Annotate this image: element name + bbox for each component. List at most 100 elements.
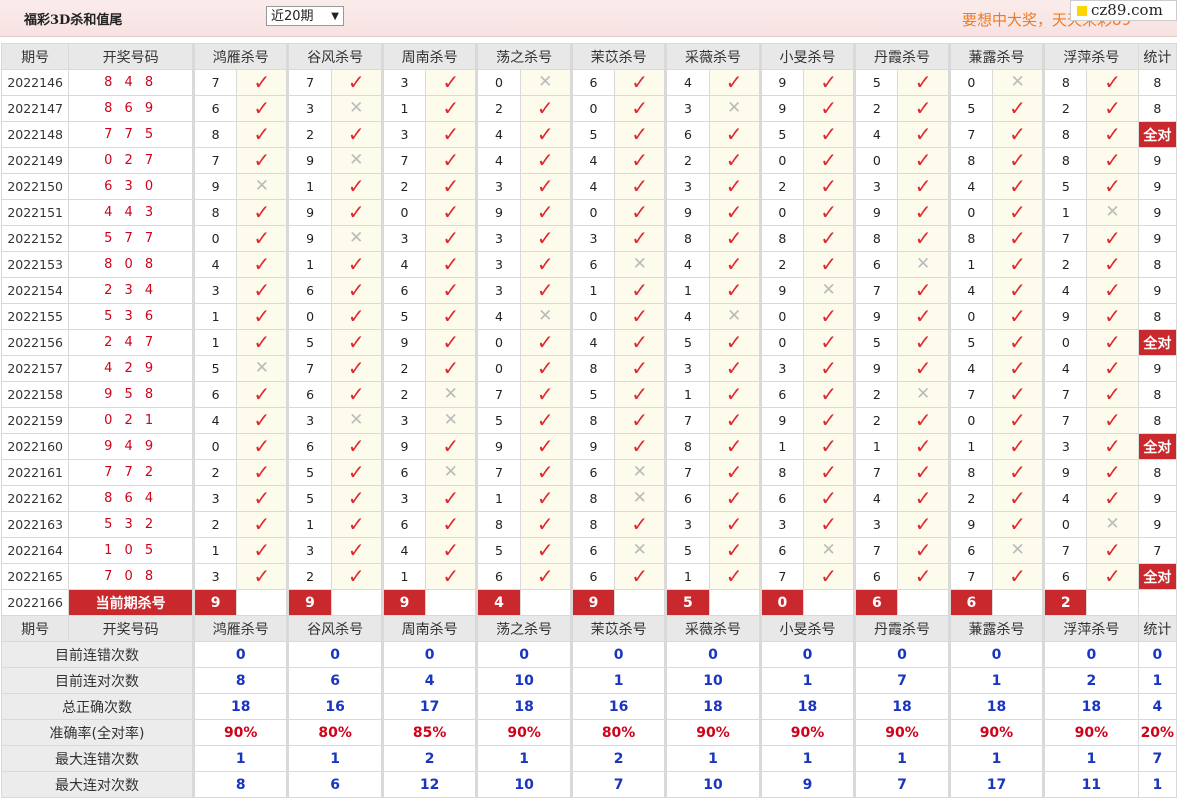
stat-cell: 8: [1137, 303, 1177, 330]
check-icon: ✓: [631, 330, 649, 354]
result-mark-cell: ✕: [991, 537, 1045, 564]
table-row: 2022162 8 6 4 3 ✓ 5 ✓ 3 ✓ 1 ✓ 8 ✕ 6 ✓ 6 ✓ 4 ✓ 2 ✓ 4 ✓ 9: [0, 485, 1177, 512]
result-mark-cell: ✓: [614, 563, 667, 590]
draw-numbers-cell: 8 6 9: [68, 95, 194, 122]
kill-number-cell: 4: [1042, 355, 1088, 382]
kill-number-cell: 2: [853, 95, 899, 122]
check-icon: ✓: [1104, 70, 1121, 94]
result-mark-cell: ✓: [330, 511, 383, 538]
check-icon: ✓: [820, 200, 837, 224]
kill-number-cell: 7: [947, 381, 993, 408]
kill-number-cell: 0: [758, 199, 805, 226]
check-icon: ✓: [914, 408, 932, 432]
kill-number-cell: 6: [380, 459, 427, 486]
result-mark-cell: ✓: [330, 277, 383, 304]
bottom-col-expert: 小旻杀号: [758, 615, 856, 642]
cross-icon: ✕: [915, 254, 931, 274]
summary-value: 18: [664, 693, 761, 720]
check-icon: ✓: [1104, 382, 1121, 406]
period-cell: 2022158: [0, 381, 70, 408]
check-icon: ✓: [914, 564, 932, 588]
check-icon: ✓: [631, 70, 649, 94]
check-icon: ✓: [914, 304, 932, 328]
result-mark-cell: ✓: [425, 433, 478, 460]
kill-number-cell: 6: [569, 459, 616, 486]
period-cell: 2022165: [0, 563, 70, 590]
kill-number-cell: 6: [758, 537, 805, 564]
range-select[interactable]: 近20期 ▼: [266, 6, 344, 26]
check-icon: ✓: [1104, 330, 1121, 354]
check-icon: ✓: [820, 304, 837, 328]
site-logo[interactable]: cz89.com: [1070, 0, 1177, 21]
kill-number-cell: 2: [1042, 251, 1088, 278]
check-icon: ✓: [1009, 96, 1026, 120]
cross-icon: ✕: [538, 72, 553, 92]
kill-number-cell: 5: [947, 329, 993, 356]
stat-cell: 全对: [1137, 329, 1177, 356]
check-icon: ✓: [1009, 356, 1026, 380]
kill-number-cell: 9: [664, 199, 710, 226]
result-mark-cell: ✓: [519, 459, 572, 486]
summary-value: 0: [947, 641, 1045, 668]
current-stat-blank: [1137, 589, 1177, 616]
stat-cell: 9: [1137, 511, 1177, 538]
check-icon: ✓: [347, 356, 365, 380]
result-mark-cell: ✓: [991, 485, 1045, 512]
stat-cell: 9: [1137, 173, 1177, 200]
kill-number-cell: 7: [853, 459, 899, 486]
result-mark-cell: ✓: [425, 563, 478, 590]
period-cell: 2022156: [0, 329, 70, 356]
summary-value: 80%: [569, 719, 667, 746]
kill-number-cell: 3: [664, 95, 710, 122]
result-mark-cell: ✓: [708, 485, 761, 512]
kill-number-cell: 3: [475, 225, 521, 252]
kill-number-cell: 3: [380, 69, 427, 96]
result-mark-cell: ✓: [236, 303, 289, 330]
chevron-down-icon: ▼: [331, 11, 339, 22]
result-mark-cell: ✓: [519, 251, 572, 278]
kill-number-cell: 0: [569, 199, 616, 226]
current-kill-value: 9: [380, 589, 427, 616]
check-icon: ✓: [1009, 252, 1026, 276]
cross-icon: ✕: [349, 150, 364, 170]
table-row: 2022150 6 3 0 9 ✕ 1 ✓ 2 ✓ 3 ✓ 4 ✓ 3 ✓ 2 ✓ 3 ✓ 4 ✓ 5 ✓ 9: [0, 173, 1177, 200]
check-icon: ✓: [536, 330, 554, 354]
summary-value: 10: [475, 667, 572, 694]
check-icon: ✓: [725, 200, 743, 224]
summary-value: 7: [853, 667, 950, 694]
result-mark-cell: ✓: [1086, 69, 1139, 96]
top-col-expert: 采薇杀号: [664, 43, 761, 70]
kill-number-cell: 2: [191, 511, 238, 538]
summary-value: 1: [853, 745, 950, 772]
cross-icon: ✕: [1010, 72, 1025, 92]
result-mark-cell: ✓: [802, 69, 856, 96]
result-mark-cell: ✓: [1086, 303, 1139, 330]
result-mark-cell: ✓: [802, 251, 856, 278]
result-mark-cell: ✓: [236, 511, 289, 538]
kill-number-cell: 9: [191, 173, 238, 200]
result-mark-cell: ✓: [614, 381, 667, 408]
summary-value: 90%: [475, 719, 572, 746]
bottom-col-numbers: 开奖号码: [68, 615, 194, 642]
kill-number-cell: 7: [664, 407, 710, 434]
kill-number-cell: 8: [191, 199, 238, 226]
result-mark-cell: ✓: [1086, 251, 1139, 278]
summary-value: 1: [569, 667, 667, 694]
result-mark-cell: ✓: [425, 277, 478, 304]
result-mark-cell: ✓: [991, 433, 1045, 460]
check-icon: ✓: [631, 382, 649, 406]
result-mark-cell: ✓: [802, 563, 856, 590]
kill-number-cell: 7: [1042, 381, 1088, 408]
summary-value: 0: [1042, 641, 1139, 668]
summary-value: 2: [1042, 667, 1139, 694]
kill-number-cell: 1: [758, 433, 805, 460]
check-icon: ✓: [820, 486, 837, 510]
check-icon: ✓: [442, 538, 460, 562]
result-mark-cell: ✓: [519, 121, 572, 148]
check-icon: ✓: [1104, 434, 1121, 458]
bottom-col-expert: 谷风杀号: [286, 615, 383, 642]
range-select-value: 近20期: [271, 9, 314, 24]
current-kill-value: 0: [758, 589, 805, 616]
result-mark-cell: ✓: [519, 407, 572, 434]
cross-icon: ✕: [1010, 540, 1025, 560]
